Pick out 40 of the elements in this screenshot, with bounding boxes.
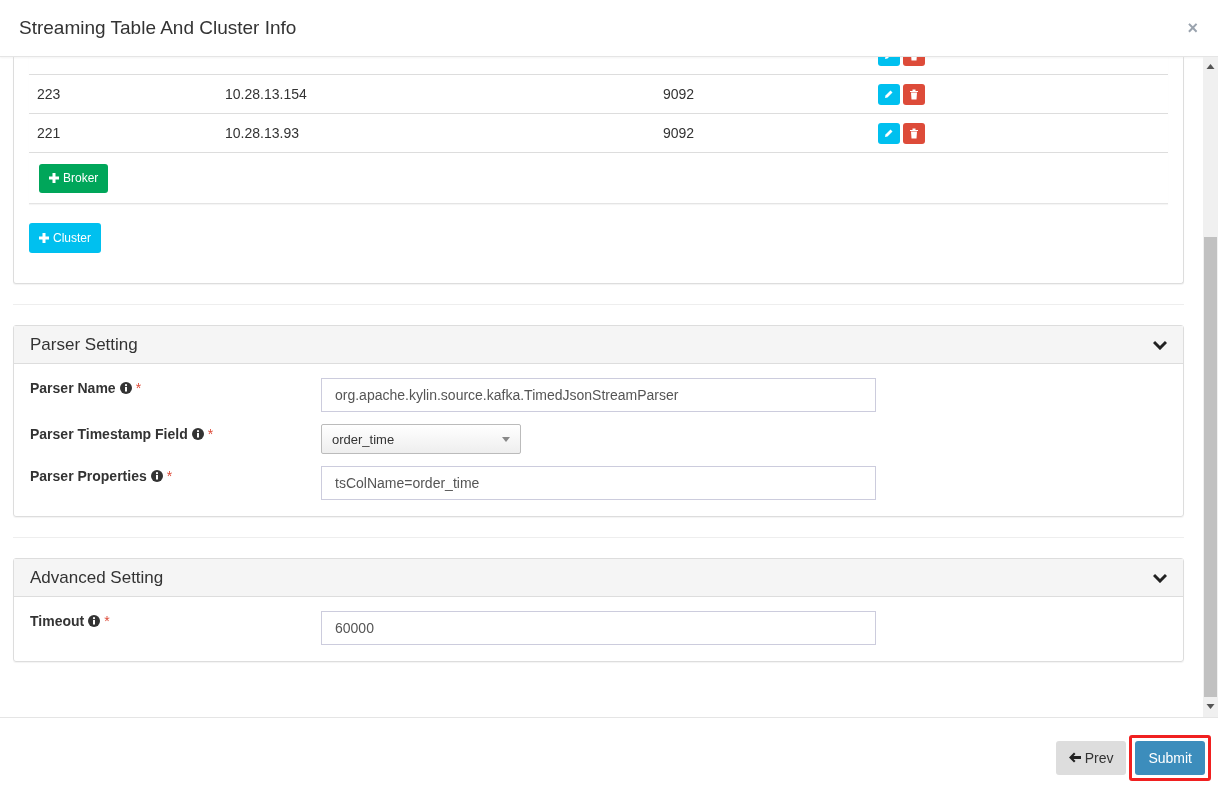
pencil-icon <box>884 128 894 138</box>
plus-icon <box>39 233 49 243</box>
trash-icon <box>909 127 919 139</box>
input-field[interactable]: tsColName=order_time <box>321 466 876 500</box>
field-label: Parser Properties <box>30 468 147 484</box>
dropdown-icon <box>502 436 510 442</box>
input-field[interactable]: 60000 <box>321 611 876 645</box>
delete-button[interactable] <box>903 122 925 144</box>
submit-button[interactable]: Submit <box>1135 740 1205 775</box>
table-cell-text: 9092 <box>663 86 696 102</box>
info-icon <box>150 470 163 482</box>
section-header[interactable]: Parser Setting <box>14 326 1183 364</box>
prev-button[interactable]: Prev <box>1055 740 1127 775</box>
required-mark: * <box>166 468 173 484</box>
trash-icon <box>909 88 919 100</box>
section-header[interactable]: Advanced Setting <box>14 559 1183 597</box>
table-cell-text: 10.28.13.154 <box>225 86 308 102</box>
info-icon <box>88 615 101 627</box>
table-cell-text: 221 <box>36 125 62 141</box>
select-field[interactable]: order_time <box>321 424 521 454</box>
table-cell-text: 223 <box>36 86 62 102</box>
arrow-left-icon <box>1068 752 1081 763</box>
plus-icon <box>49 173 59 183</box>
table-cell-text: 10.28.13.93 <box>225 125 300 141</box>
info-icon <box>191 428 204 440</box>
required-mark: * <box>135 380 142 396</box>
pencil-icon <box>884 89 894 99</box>
table-cell-text: 9092 <box>663 125 696 141</box>
dialog-title: Streaming Table And Cluster Info <box>19 17 297 39</box>
input-field[interactable]: org.apache.kylin.source.kafka.TimedJsonStreamParser <box>321 378 876 412</box>
required-mark: * <box>207 426 214 442</box>
edit-button[interactable] <box>878 122 900 144</box>
edit-button[interactable] <box>878 83 900 105</box>
field-label: Timeout <box>30 613 85 629</box>
field-label: Parser Timestamp Field <box>30 426 188 442</box>
required-mark: * <box>104 613 110 629</box>
field-label: Parser Name <box>30 380 116 396</box>
info-icon <box>119 382 132 394</box>
delete-button[interactable] <box>903 83 925 105</box>
scrollbar[interactable] <box>1203 57 1218 717</box>
